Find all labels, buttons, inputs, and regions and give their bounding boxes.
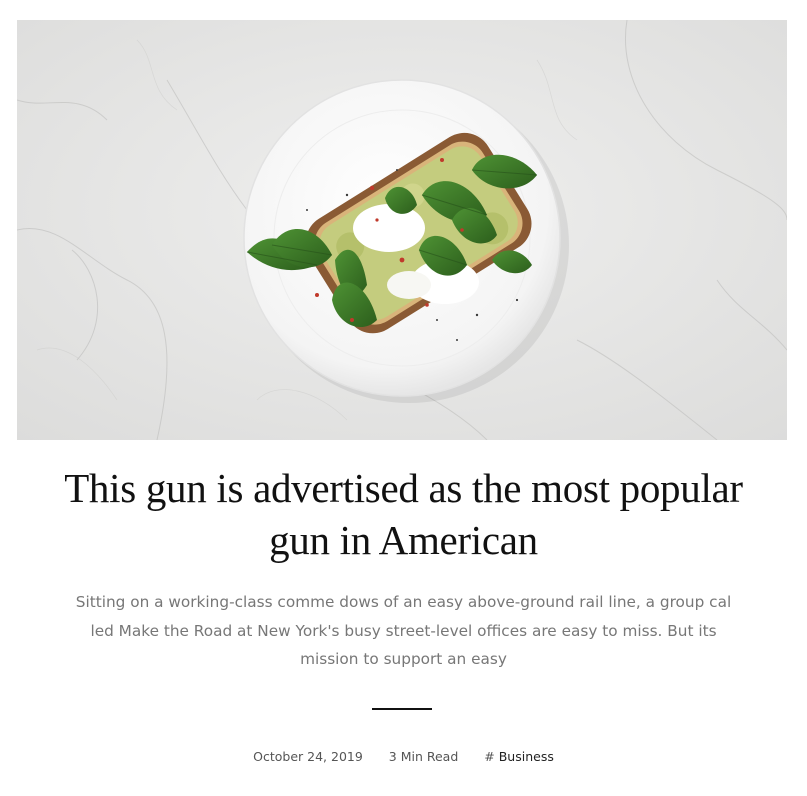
post-read-time: 3 Min Read (388, 748, 459, 764)
avocado-toast-photo (17, 20, 787, 440)
post-category-tag[interactable]: # Business (484, 747, 554, 766)
post-meta: October 24, 2019 3 Min Read # Business (0, 747, 807, 766)
post-featured-image[interactable] (17, 20, 787, 440)
post-date: October 24, 2019 (253, 748, 363, 764)
title-divider (372, 708, 432, 710)
post-category-label: Business (498, 748, 554, 764)
post-excerpt: Sitting on a working-class comme dows of… (75, 593, 732, 668)
hash-icon: # (484, 748, 495, 764)
post-title[interactable]: This gun is advertised as the most popul… (40, 462, 767, 566)
